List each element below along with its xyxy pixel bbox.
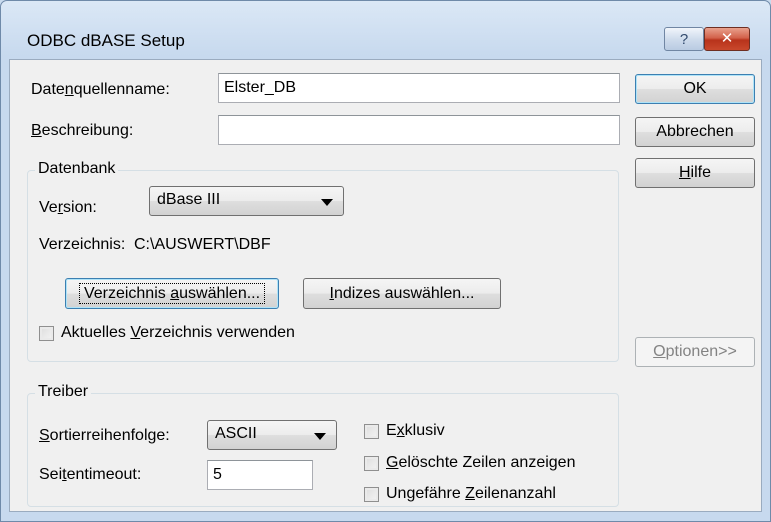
- driver-group-title: Treiber: [35, 383, 92, 401]
- directory-value: C:\AUSWERT\DBF: [134, 236, 271, 253]
- database-group-title: Datenbank: [35, 160, 119, 178]
- select-indexes-button[interactable]: Indizes auswählen...: [303, 278, 501, 309]
- exclusive-checkbox[interactable]: [364, 424, 379, 439]
- sort-order-label: Sortierreihenfolge:: [39, 427, 170, 444]
- chevron-down-icon: [314, 433, 326, 440]
- approximate-row-count-checkbox[interactable]: [364, 487, 379, 502]
- window-title: ODBC dBASE Setup: [27, 31, 185, 50]
- exclusive-label: Exklusiv: [386, 422, 445, 439]
- datasource-name-label: Datenquellenname:: [31, 81, 170, 98]
- options-button[interactable]: Optionen>>: [635, 337, 755, 367]
- version-selected-value: dBase III: [157, 191, 221, 208]
- show-deleted-rows-label: Gelöschte Zeilen anzeigen: [386, 454, 576, 471]
- show-deleted-rows-checkbox[interactable]: [364, 456, 379, 471]
- close-icon: ✕: [720, 30, 734, 47]
- use-current-directory-checkbox[interactable]: [39, 326, 54, 341]
- select-directory-button[interactable]: Verzeichnis auswählen...: [65, 278, 279, 309]
- question-mark-icon: ?: [679, 31, 689, 48]
- page-timeout-input[interactable]: [207, 460, 313, 490]
- dialog-window: ODBC dBASE Setup ? ✕ Datenquellenname: B…: [0, 0, 771, 522]
- use-current-directory-label: Aktuelles Verzeichnis verwenden: [61, 324, 295, 341]
- approximate-row-count-label: Ungefähre Zeilenanzahl: [386, 485, 556, 502]
- description-input[interactable]: [218, 115, 620, 145]
- datasource-name-input[interactable]: [218, 73, 620, 103]
- dialog-client-area: Datenquellenname: Beschreibung: OK Abbre…: [9, 59, 762, 512]
- version-label: Version:: [39, 199, 97, 216]
- chevron-down-icon: [321, 199, 333, 206]
- description-label: Beschreibung:: [31, 122, 134, 139]
- help-button[interactable]: Hilfe: [635, 158, 755, 188]
- titlebar-help-button[interactable]: ?: [664, 27, 704, 51]
- version-dropdown[interactable]: dBase III: [149, 186, 344, 216]
- close-button[interactable]: ✕: [704, 27, 750, 51]
- sort-order-dropdown[interactable]: ASCII: [207, 420, 337, 450]
- sort-order-selected-value: ASCII: [215, 425, 257, 442]
- cancel-button[interactable]: Abbrechen: [635, 117, 755, 147]
- page-timeout-label: Seitentimeout:: [39, 466, 142, 483]
- ok-button[interactable]: OK: [635, 74, 755, 104]
- directory-label: Verzeichnis:: [39, 236, 126, 253]
